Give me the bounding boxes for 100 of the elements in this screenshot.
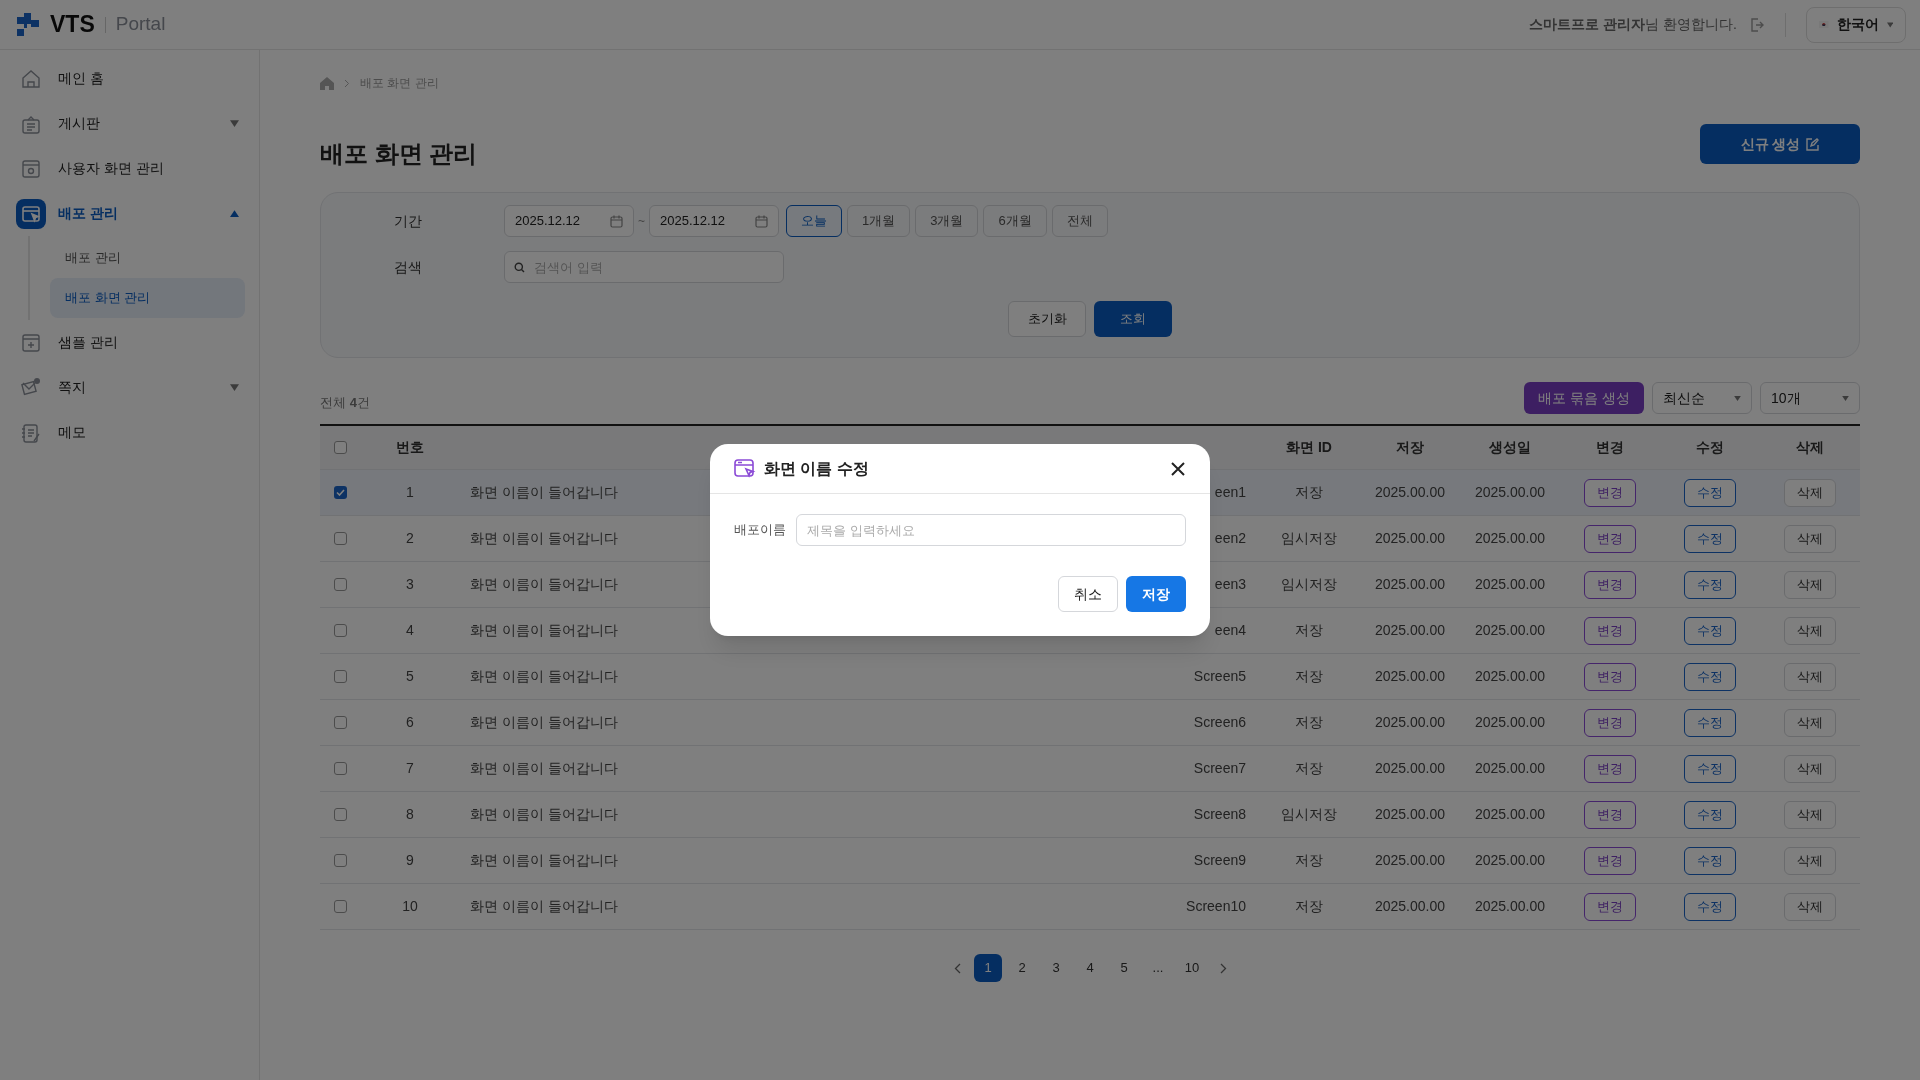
sidebar-item[interactable]: 메인 홈 — [14, 56, 245, 101]
page-button[interactable]: 4 — [1076, 954, 1104, 982]
delete-button[interactable]: 삭제 — [1784, 800, 1836, 829]
date-text: 2025.00.00 — [1374, 760, 1446, 776]
edit-button[interactable]: 수정 — [1684, 800, 1736, 829]
row-checkbox[interactable] — [333, 532, 347, 545]
new-button[interactable]: 신규 생성 — [1700, 124, 1860, 164]
change-button[interactable]: 변경 — [1584, 662, 1636, 691]
page-button[interactable]: ... — [1144, 954, 1172, 982]
logo-text: VTS — [50, 10, 95, 40]
row-checkbox[interactable] — [333, 670, 347, 683]
row-checkbox[interactable] — [333, 486, 347, 499]
edit-button[interactable]: 수정 — [1684, 708, 1736, 737]
name-input[interactable]: 제목을 입력하세요 — [796, 514, 1186, 546]
delete-button[interactable]: 삭제 — [1784, 524, 1836, 553]
logout-icon[interactable] — [1749, 16, 1765, 33]
reset-button[interactable]: 초기화 — [1008, 301, 1086, 337]
close-icon[interactable] — [1170, 460, 1186, 477]
edit-button[interactable]: 수정 — [1684, 478, 1736, 507]
row-checkbox[interactable] — [333, 854, 347, 867]
sort-select[interactable]: 최신순 — [1652, 382, 1752, 414]
delete-button[interactable]: 삭제 — [1784, 616, 1836, 645]
query-button[interactable]: 조회 — [1094, 301, 1172, 337]
language-select[interactable]: 한국어 — [1806, 6, 1906, 43]
sidebar-item[interactable]: 게시판 — [14, 101, 245, 146]
row-checkbox[interactable] — [333, 900, 347, 913]
bundle-button[interactable]: 배포 묶음 생성 — [1524, 382, 1644, 414]
sidebar-item[interactable]: 쪽지 — [14, 365, 245, 410]
cancel-button[interactable]: 취소 — [1058, 576, 1118, 612]
edit-button[interactable]: 수정 — [1684, 662, 1736, 691]
screen-id: Screen6 — [1193, 714, 1246, 730]
delete-button[interactable]: 삭제 — [1784, 478, 1836, 507]
page-button[interactable]: 2 — [1008, 954, 1036, 982]
change-button[interactable]: 변경 — [1584, 478, 1636, 507]
page-button[interactable]: 1 — [974, 954, 1002, 982]
date-text: 2025.00.00 — [1374, 622, 1446, 638]
change-button[interactable]: 변경 — [1584, 570, 1636, 599]
range-tab[interactable]: 1개월 — [847, 205, 911, 237]
delete-button[interactable]: 삭제 — [1784, 662, 1836, 691]
delete-button[interactable]: 삭제 — [1784, 754, 1836, 783]
change-button[interactable]: 변경 — [1584, 892, 1636, 921]
page-button[interactable]: 3 — [1042, 954, 1070, 982]
row-checkbox[interactable] — [333, 578, 347, 591]
date-text: 2025.00.00 — [1374, 576, 1446, 592]
delete-button[interactable]: 삭제 — [1784, 708, 1836, 737]
change-button[interactable]: 변경 — [1584, 846, 1636, 875]
sidebar-item[interactable]: 메모 — [14, 410, 245, 455]
screen-id: Screen10 — [1186, 898, 1246, 914]
save-status: 저장 — [1295, 622, 1323, 638]
change-button[interactable]: 변경 — [1584, 800, 1636, 829]
home-icon — [20, 67, 42, 90]
range-tab[interactable]: 전체 — [1051, 205, 1108, 237]
flag-icon — [1819, 20, 1829, 29]
sidebar-item[interactable]: 샘플 관리 — [14, 320, 245, 365]
date-text: 2025.00.00 — [1474, 714, 1546, 730]
sidebar-subitem[interactable]: 배포 관리 — [50, 238, 245, 278]
screen-name: 화면 이름이 들어갑니다 — [470, 852, 618, 868]
date-to-field[interactable]: 2025.12.12 — [649, 205, 779, 237]
edit-button[interactable]: 수정 — [1684, 892, 1736, 921]
change-button[interactable]: 변경 — [1584, 708, 1636, 737]
edit-button[interactable]: 수정 — [1684, 524, 1736, 553]
portal-label: Portal — [115, 12, 166, 37]
select-all-checkbox[interactable] — [333, 441, 347, 454]
screen-name: 화면 이름이 들어갑니다 — [470, 714, 618, 730]
sidebar-subitem[interactable]: 배포 화면 관리 — [50, 278, 245, 318]
date-text: 2025.00.00 — [1474, 668, 1546, 684]
date-from-field[interactable]: 2025.12.12 — [504, 205, 634, 237]
edit-button[interactable]: 수정 — [1684, 616, 1736, 645]
row-checkbox[interactable] — [333, 716, 347, 729]
change-button[interactable]: 변경 — [1584, 524, 1636, 553]
screen-id: een2 — [1214, 530, 1246, 546]
save-button[interactable]: 저장 — [1126, 576, 1186, 612]
change-button[interactable]: 변경 — [1584, 616, 1636, 645]
screen-name: 화면 이름이 들어갑니다 — [470, 760, 618, 776]
column-header: 저장 — [1396, 439, 1424, 455]
page-button[interactable]: 10 — [1178, 954, 1206, 982]
delete-button[interactable]: 삭제 — [1784, 846, 1836, 875]
window-plus-icon — [20, 331, 42, 354]
delete-button[interactable]: 삭제 — [1784, 892, 1836, 921]
row-checkbox[interactable] — [333, 762, 347, 775]
range-tab[interactable]: 6개월 — [983, 205, 1047, 237]
row-checkbox[interactable] — [333, 624, 347, 637]
screen-name: 화면 이름이 들어갑니다 — [470, 668, 618, 684]
range-tab[interactable]: 오늘 — [786, 205, 842, 237]
row-checkbox[interactable] — [333, 808, 347, 821]
range-tab[interactable]: 3개월 — [915, 205, 979, 237]
save-status: 저장 — [1295, 760, 1323, 776]
date-text: 2025.00.00 — [1374, 484, 1446, 500]
change-button[interactable]: 변경 — [1584, 754, 1636, 783]
page-size-select[interactable]: 10개 — [1760, 382, 1860, 414]
save-status: 저장 — [1295, 714, 1323, 730]
home-icon[interactable] — [320, 76, 334, 90]
sidebar-item[interactable]: 사용자 화면 관리 — [14, 146, 245, 191]
edit-button[interactable]: 수정 — [1684, 846, 1736, 875]
sidebar-item[interactable]: 배포 관리 — [14, 191, 245, 236]
chevron-icon — [344, 78, 350, 88]
edit-button[interactable]: 수정 — [1684, 570, 1736, 599]
edit-button[interactable]: 수정 — [1684, 754, 1736, 783]
page-button[interactable]: 5 — [1110, 954, 1138, 982]
delete-button[interactable]: 삭제 — [1784, 570, 1836, 599]
